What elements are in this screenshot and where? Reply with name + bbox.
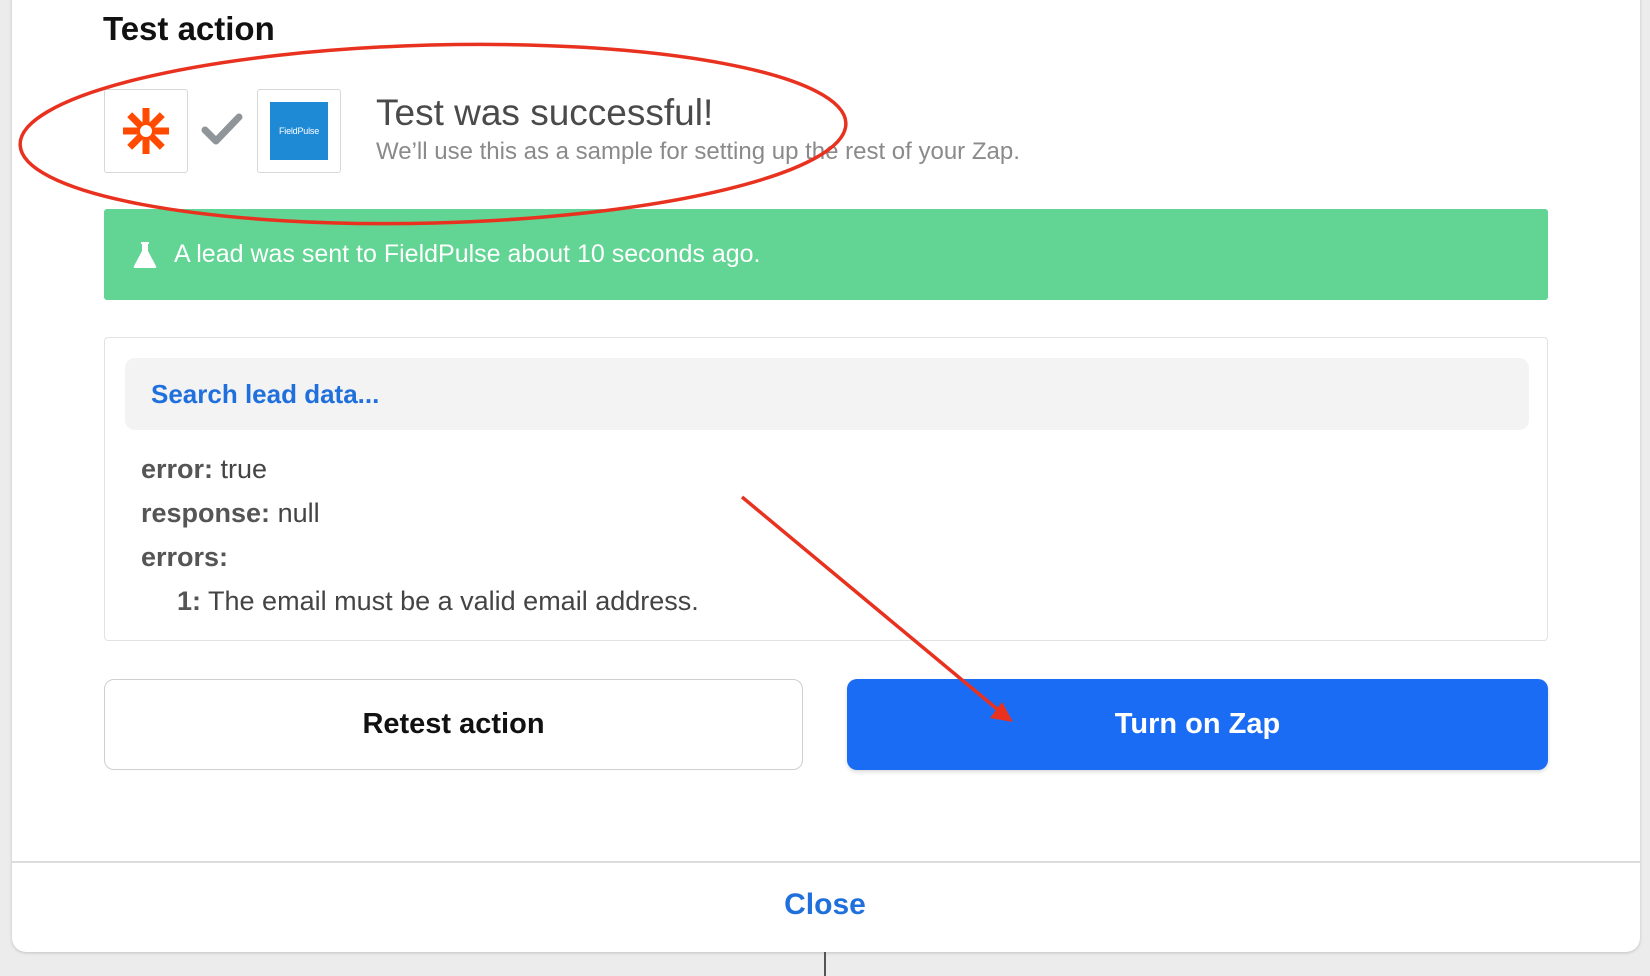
section-title: Test action [103,10,275,47]
field-row: response: null [141,498,320,529]
trigger-app-tile [104,89,188,173]
success-subtitle: We’ll use this as a sample for setting u… [376,138,1020,165]
search-lead-data-input[interactable] [125,358,1529,430]
flask-icon [133,241,157,268]
fieldpulse-logo-icon: FieldPulse [270,102,328,160]
field-key: error: [141,454,214,484]
fieldpulse-logo-text: FieldPulse [278,126,320,136]
turn-on-zap-button[interactable]: Turn on Zap [847,679,1548,770]
field-row: 1: The email must be a valid email addre… [177,586,699,617]
field-key: response: [141,498,271,528]
action-app-tile: FieldPulse [257,89,341,173]
banner-text: A lead was sent to FieldPulse about 10 s… [174,240,761,268]
success-banner: A lead was sent to FieldPulse about 10 s… [104,209,1548,300]
field-value: true [220,454,268,484]
success-title: Test was successful! [376,92,714,133]
footer-divider [12,861,1640,863]
zap-connector-line [824,952,826,976]
field-value: The email must be a valid email address. [208,586,699,616]
field-row: errors: [141,542,228,573]
field-value: null [277,498,320,528]
zapier-asterisk-icon [123,108,169,154]
lead-data-panel: error: true response: null errors: 1: Th… [104,337,1548,641]
field-key: 1: [177,586,202,616]
field-row: error: true [141,454,267,485]
field-key: errors: [141,542,229,572]
close-button[interactable]: Close [0,888,1650,922]
retest-action-button[interactable]: Retest action [104,679,803,770]
checkmark-icon [201,113,243,145]
